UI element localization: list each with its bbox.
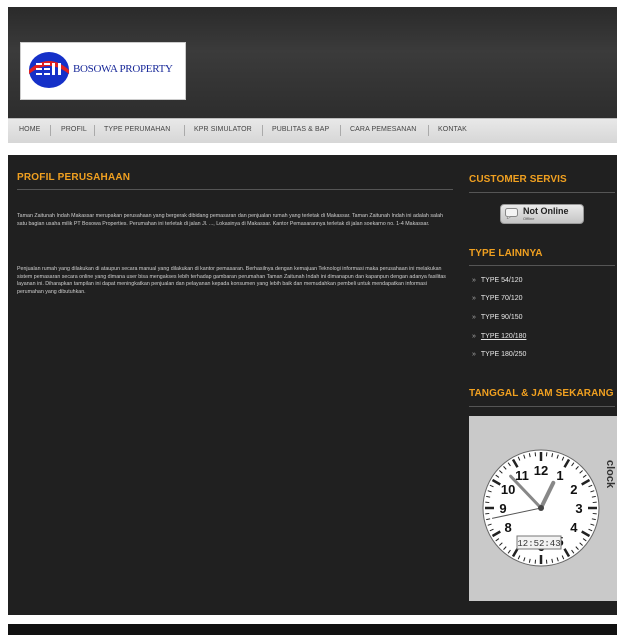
chat-bubble-icon (505, 208, 518, 219)
other-types-title: TYPE LAINNYA (469, 248, 543, 259)
bullet-icon: » (472, 333, 476, 340)
clock-numeral: 9 (499, 501, 506, 516)
nav-divider (50, 125, 51, 136)
nav-item-cara-pemesanan[interactable]: CARA PEMESANAN (350, 126, 416, 133)
clock-numeral: 1 (556, 468, 563, 483)
type-label: TYPE 120/180 (480, 333, 527, 340)
page-title: PROFIL PERUSAHAAN (17, 172, 131, 183)
title-divider (17, 189, 453, 190)
clock-numeral: 10 (501, 482, 515, 497)
clock-numeral: 11 (515, 468, 529, 483)
type-label: TYPE 180/250 (480, 351, 527, 358)
clock-numeral: 8 (504, 520, 511, 535)
type-label: TYPE 70/120 (480, 295, 523, 302)
sidebar-divider (469, 406, 615, 407)
profile-paragraph: Penjualan rumah yang dilakukan di ataupu… (17, 266, 446, 295)
brand-name: BOSOWA PROPERTY (73, 63, 173, 75)
nav-item-kpr-simulator[interactable]: KPR SIMULATOR (194, 126, 252, 133)
nav-item-profil[interactable]: PROFIL (61, 126, 87, 133)
nav-item-type-perumahan[interactable]: TYPE PERUMAHAN (104, 126, 170, 133)
nav-divider (262, 125, 263, 136)
type-link[interactable]: » TYPE 54/120 (472, 277, 523, 284)
status-label: Not Online (523, 206, 569, 216)
status-sublabel: Offline (523, 216, 535, 221)
bullet-icon: » (472, 277, 476, 284)
type-link[interactable]: » TYPE 180/250 (472, 351, 526, 358)
bosowa-logo-icon (29, 52, 69, 88)
main-navigation: HOME PROFIL TYPE PERUMAHAN KPR SIMULATOR… (8, 118, 617, 145)
profile-paragraph: Taman Zaitunah Indah Makassar merupakan … (17, 213, 443, 227)
datetime-title: TANGGAL & JAM SEKARANG (469, 388, 614, 399)
nav-item-home[interactable]: HOME (19, 126, 40, 133)
type-label: TYPE 54/120 (480, 277, 523, 284)
spacer-band (8, 143, 617, 155)
bullet-icon: » (472, 314, 476, 321)
clock-numeral: 4 (570, 520, 578, 535)
clock-widget: 121234567891011 12:52:43 clock (469, 416, 617, 601)
online-status-badge[interactable]: Not Online Offline (500, 204, 584, 224)
site-footer (8, 624, 617, 635)
bullet-icon: » (472, 295, 476, 302)
nav-divider (184, 125, 185, 136)
clock-brand-label: clock (604, 460, 616, 489)
nav-divider (94, 125, 95, 136)
customer-service-title: CUSTOMER SERVIS (469, 174, 567, 185)
clock-numeral: 12 (534, 463, 548, 478)
type-link[interactable]: » TYPE 90/150 (472, 314, 523, 321)
type-link-active[interactable]: » TYPE 120/180 (472, 333, 526, 340)
bullet-icon: » (472, 351, 476, 358)
sidebar-divider (469, 192, 615, 193)
sidebar-divider (469, 265, 615, 266)
brand-logo[interactable]: BOSOWA PROPERTY (20, 42, 186, 100)
type-link[interactable]: » TYPE 70/120 (472, 295, 523, 302)
type-label: TYPE 90/150 (480, 314, 523, 321)
clock-numeral: 2 (570, 482, 577, 497)
nav-divider (340, 125, 341, 136)
nav-divider (428, 125, 429, 136)
nav-item-publitas[interactable]: PUBLITAS & BAP (272, 126, 329, 133)
digital-time: 12:52:43 (517, 539, 560, 549)
analog-clock-icon: 121234567891011 12:52:43 clock (482, 449, 616, 567)
nav-item-kontak[interactable]: KONTAK (438, 126, 467, 133)
clock-numeral: 3 (575, 501, 582, 516)
